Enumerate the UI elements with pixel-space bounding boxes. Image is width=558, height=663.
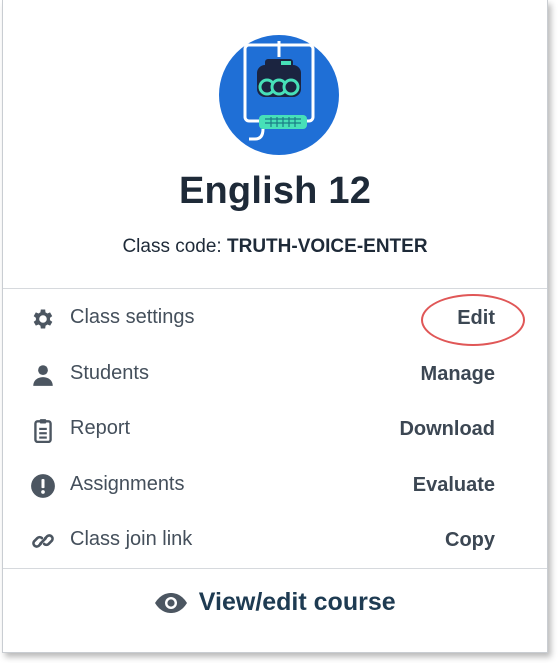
- course-title: English 12: [178, 170, 372, 212]
- view-edit-course-button[interactable]: View/edit course: [3, 588, 547, 634]
- menu-row-assignments: Assignments Evaluate: [3, 461, 547, 515]
- evaluate-button[interactable]: Evaluate: [413, 474, 495, 497]
- clipboard-icon: [34, 419, 52, 443]
- copy-button[interactable]: Copy: [445, 529, 495, 552]
- link-icon: [32, 534, 54, 548]
- gear-icon: [33, 309, 53, 329]
- edit-highlight-circle: [421, 294, 525, 346]
- exclamation-circle-icon: [31, 474, 55, 498]
- manage-button[interactable]: Manage: [421, 363, 495, 386]
- menu-label-class-join-link: Class join link: [70, 528, 193, 550]
- menu-label-report: Report: [70, 417, 131, 439]
- class-code-label: Class code:: [122, 236, 222, 257]
- menu-label-students: Students: [70, 362, 149, 384]
- menu-row-report: Report Download: [3, 405, 547, 459]
- divider: [3, 568, 547, 569]
- menu-label-assignments: Assignments: [70, 473, 185, 495]
- person-icon: [33, 365, 53, 386]
- course-card: English 12 Class code: TRUTH-VOICE-ENTER…: [2, 0, 548, 653]
- class-code: Class code: TRUTH-VOICE-ENTER: [3, 236, 547, 258]
- robot-computer-icon: [219, 35, 339, 155]
- menu-row-students: Students Manage: [3, 350, 547, 404]
- divider: [3, 288, 547, 289]
- eye-icon: [155, 592, 188, 613]
- class-code-value: TRUTH-VOICE-ENTER: [227, 236, 428, 257]
- menu-row-class-join-link: Class join link Copy: [3, 516, 547, 570]
- view-edit-course-label: View/edit course: [198, 588, 396, 616]
- download-button[interactable]: Download: [399, 418, 495, 441]
- menu-label-class-settings: Class settings: [70, 306, 195, 328]
